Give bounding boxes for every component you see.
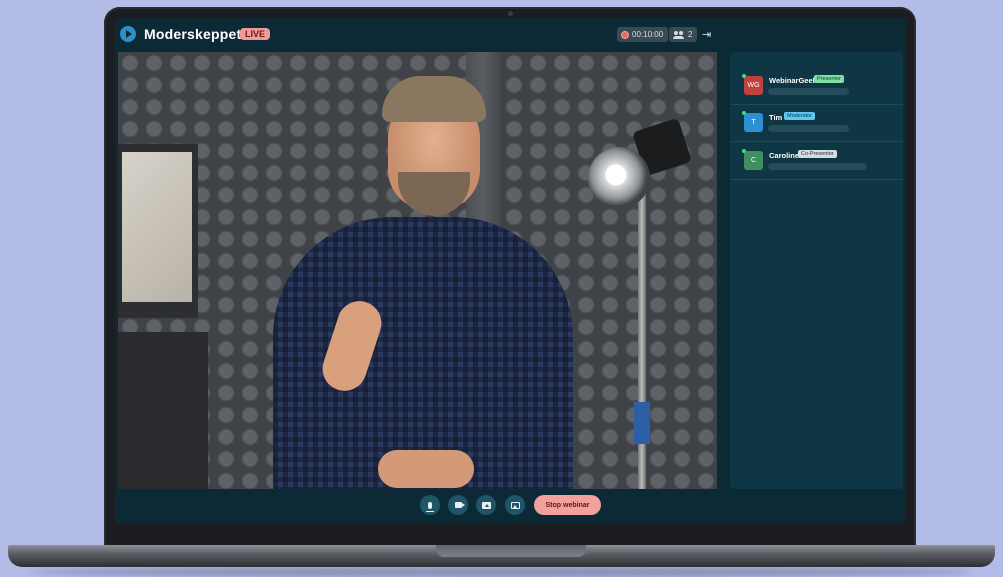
participant-item[interactable]: WG WebinarGeek Presenter: [730, 68, 903, 105]
participant-name: Caroline: [769, 151, 800, 160]
video-clamp: [634, 402, 650, 444]
image-icon: [510, 501, 520, 509]
live-badge: LIVE: [240, 28, 271, 40]
online-status-icon: [742, 74, 746, 78]
timer-display: 00:10:00: [617, 27, 669, 42]
online-status-icon: [742, 111, 746, 115]
video-presenter-hair: [382, 76, 486, 122]
record-icon: [622, 31, 628, 38]
participant-placeholder-bar: [768, 88, 849, 95]
people-icon: [673, 30, 684, 39]
presenter-video: [118, 52, 717, 489]
video-mirror-glass: [122, 152, 192, 302]
participant-item[interactable]: C Caroline Co-Presenter: [730, 143, 903, 180]
participant-placeholder-bar: [768, 163, 867, 170]
screen-share-button[interactable]: [476, 495, 496, 515]
control-bar: Stop webinar: [115, 489, 906, 523]
role-badge: Presenter: [814, 75, 844, 83]
participant-name: WebinarGeek: [769, 76, 817, 85]
exit-icon[interactable]: ⇥: [702, 28, 711, 41]
background-image-button[interactable]: [505, 495, 525, 515]
viewer-count: 2: [688, 30, 693, 39]
role-badge: Moderator: [784, 112, 816, 120]
video-lamp-head: [588, 147, 650, 209]
laptop-notch: [436, 545, 586, 557]
video-presenter-shirt: [273, 217, 573, 489]
video-mirror: [118, 144, 198, 318]
screen-share-icon: [481, 501, 491, 509]
video-presenter-hands: [378, 450, 474, 488]
brand-name: Moderskeppet: [144, 26, 242, 42]
microphone-icon: [426, 501, 434, 512]
webcam-dot: [508, 11, 513, 16]
role-badge: Co-Presenter: [798, 150, 837, 158]
video-desk: [118, 332, 208, 489]
top-bar: Moderskeppet LIVE 00:10:00 2 ⇥: [115, 18, 906, 52]
avatar: C: [744, 151, 763, 170]
avatar: WG: [744, 76, 763, 95]
participant-placeholder-bar: [768, 125, 849, 132]
microphone-button[interactable]: [420, 495, 440, 515]
webinar-app: Moderskeppet LIVE 00:10:00 2 ⇥ WG Webina…: [115, 18, 906, 523]
online-status-icon: [742, 149, 746, 153]
laptop-shadow: [30, 567, 973, 577]
logo-icon: [120, 26, 136, 42]
viewer-count-button[interactable]: 2: [669, 27, 698, 42]
participants-panel: WG WebinarGeek Presenter T Tim Moderator…: [730, 52, 903, 489]
camera-icon: [454, 502, 465, 508]
stop-webinar-button[interactable]: Stop webinar: [534, 495, 601, 515]
avatar: T: [744, 113, 763, 132]
camera-button[interactable]: [448, 495, 468, 515]
timer-value: 00:10:00: [632, 30, 664, 39]
participant-name: Tim: [769, 113, 783, 122]
participant-item[interactable]: T Tim Moderator: [730, 105, 903, 142]
